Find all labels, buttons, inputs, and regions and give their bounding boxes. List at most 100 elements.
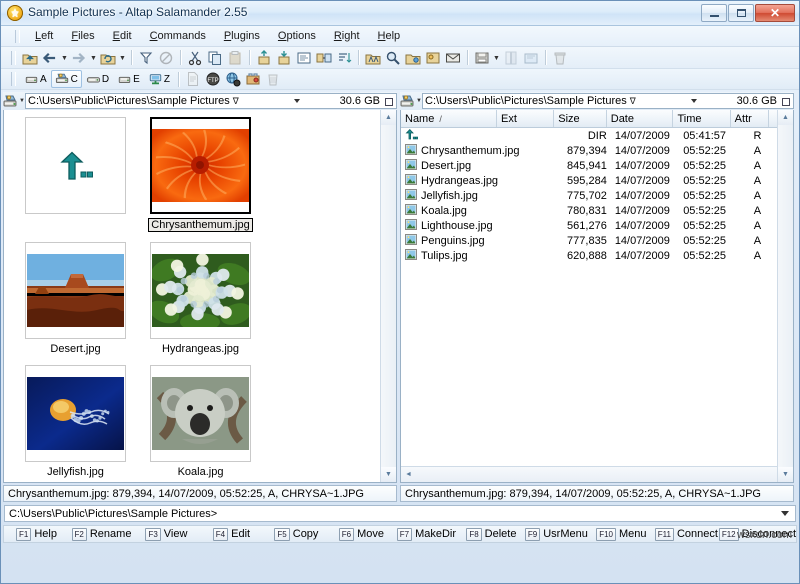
network-globe-button[interactable] bbox=[223, 70, 243, 88]
file-name: Desert.jpg bbox=[421, 160, 471, 172]
disk-button[interactable] bbox=[472, 49, 492, 67]
menu-item-left[interactable]: Left bbox=[26, 28, 62, 44]
function-key-f11[interactable]: F11Connect bbox=[654, 528, 719, 541]
thumbnail-item[interactable]: Chrysanthemum.jpg bbox=[138, 117, 263, 232]
filter-button[interactable] bbox=[136, 49, 156, 67]
chevron-down-icon[interactable]: ▼ bbox=[492, 49, 501, 67]
unpack-button[interactable] bbox=[274, 49, 294, 67]
column-header-size[interactable]: Size bbox=[553, 110, 606, 127]
table-row[interactable]: Chrysanthemum.jpg879,39414/07/200905:52:… bbox=[401, 143, 777, 158]
user-menu-button[interactable] bbox=[423, 49, 443, 67]
column-header-time[interactable]: Time bbox=[672, 110, 729, 127]
table-row[interactable]: Desert.jpg845,94114/07/200905:52:25A bbox=[401, 158, 777, 173]
refresh-button[interactable] bbox=[98, 49, 118, 67]
menu-item-help[interactable]: Help bbox=[369, 28, 410, 44]
scroll-down-icon[interactable]: ▼ bbox=[778, 467, 793, 482]
scroll-up-icon[interactable]: ▲ bbox=[778, 110, 793, 125]
chevron-down-icon[interactable]: ▼ bbox=[60, 49, 69, 67]
scroll-left-icon[interactable]: ◄ bbox=[401, 471, 416, 478]
function-key-f2[interactable]: F2Rename bbox=[69, 528, 134, 541]
share-button[interactable] bbox=[403, 49, 423, 67]
column-header-ext[interactable]: Ext bbox=[496, 110, 553, 127]
maximize-button[interactable] bbox=[728, 4, 754, 22]
chevron-down-icon[interactable]: ▼ bbox=[89, 49, 98, 67]
menu-item-options[interactable]: Options bbox=[269, 28, 325, 44]
column-header-date[interactable]: Date bbox=[606, 110, 673, 127]
menu-item-right[interactable]: Right bbox=[325, 28, 369, 44]
table-row[interactable]: Penguins.jpg777,83514/07/200905:52:25A bbox=[401, 233, 777, 248]
right-path-dropdown-icon[interactable] bbox=[691, 99, 697, 103]
chevron-down-icon[interactable]: ▼ bbox=[118, 49, 127, 67]
copy-button[interactable] bbox=[205, 49, 225, 67]
menu-item-files[interactable]: Files bbox=[62, 28, 103, 44]
toolbar-grip[interactable] bbox=[11, 51, 16, 65]
scroll-down-icon[interactable]: ▼ bbox=[381, 467, 396, 482]
thumbnail-item[interactable]: Koala.jpg bbox=[138, 365, 263, 478]
toolbar-grip[interactable] bbox=[11, 72, 16, 86]
function-key-f3[interactable]: F3View bbox=[134, 528, 199, 541]
pack-button[interactable] bbox=[254, 49, 274, 67]
cell-date: 14/07/2009 bbox=[611, 205, 679, 217]
scroll-up-icon[interactable]: ▲ bbox=[381, 110, 396, 125]
right-drive-button[interactable]: ▼ bbox=[400, 93, 422, 110]
function-key-f10[interactable]: F10Menu bbox=[589, 528, 654, 541]
compare-button[interactable] bbox=[314, 49, 334, 67]
left-file-area[interactable]: Chrysanthemum.jpgDesert.jpgHydrangeas.jp… bbox=[3, 110, 397, 483]
function-key-f9[interactable]: F9UsrMenu bbox=[524, 528, 589, 541]
ftp-button[interactable]: FTP bbox=[203, 70, 223, 88]
drive-button-d[interactable]: D bbox=[82, 70, 113, 88]
column-header-attr[interactable]: Attr bbox=[730, 110, 768, 127]
table-row[interactable]: Koala.jpg780,83114/07/200905:52:25A bbox=[401, 203, 777, 218]
right-horizontal-scrollbar[interactable]: ◄ bbox=[401, 466, 777, 482]
disk-icon bbox=[474, 50, 490, 66]
function-key-f5[interactable]: F5Copy bbox=[264, 528, 329, 541]
drive-button-e[interactable]: E bbox=[113, 70, 144, 88]
left-path-dropdown-icon[interactable] bbox=[294, 99, 300, 103]
menu-item-edit[interactable]: Edit bbox=[104, 28, 141, 44]
function-key-f1[interactable]: F1Help bbox=[4, 528, 69, 541]
properties-button[interactable] bbox=[294, 49, 314, 67]
cut-button[interactable] bbox=[185, 49, 205, 67]
function-key-f4[interactable]: F4Edit bbox=[199, 528, 264, 541]
thumbnail-item[interactable]: Jellyfish.jpg bbox=[13, 365, 138, 478]
plugin-button[interactable] bbox=[243, 70, 263, 88]
table-row[interactable]: Lighthouse.jpg561,27614/07/200905:52:25A bbox=[401, 218, 777, 233]
minimize-button[interactable] bbox=[701, 4, 727, 22]
column-header-name[interactable]: Name/ bbox=[401, 110, 496, 127]
right-path-input[interactable]: C:\Users\Public\Pictures\Sample Pictures… bbox=[422, 93, 794, 109]
change-case-button[interactable] bbox=[363, 49, 383, 67]
drive-button-z[interactable]: Z bbox=[144, 70, 174, 88]
function-key-f7[interactable]: F7MakeDir bbox=[394, 528, 459, 541]
function-key-f6[interactable]: F6Move bbox=[329, 528, 394, 541]
right-vertical-scrollbar[interactable]: ▲ ▼ bbox=[777, 110, 793, 482]
left-path-input[interactable]: C:\Users\Public\Pictures\Sample Pictures… bbox=[25, 93, 397, 109]
thumbnail-item[interactable]: Desert.jpg bbox=[13, 242, 138, 355]
thumbnail-item[interactable]: Hydrangeas.jpg bbox=[138, 242, 263, 355]
drive-button-c[interactable]: C bbox=[51, 70, 82, 88]
left-vertical-scrollbar[interactable]: ▲ ▼ bbox=[380, 110, 396, 482]
go-up-button[interactable] bbox=[20, 49, 40, 67]
close-button[interactable]: ✕ bbox=[755, 4, 795, 22]
table-row[interactable]: Hydrangeas.jpg595,28414/07/200905:52:25A bbox=[401, 173, 777, 188]
back-button[interactable] bbox=[40, 49, 60, 67]
right-file-area[interactable]: Name/ExtSizeDateTimeAttr DIR14/07/200905… bbox=[400, 110, 794, 483]
menu-item-commands[interactable]: Commands bbox=[141, 28, 215, 44]
drive-button-a[interactable]: A bbox=[20, 70, 51, 88]
table-row[interactable]: Tulips.jpg620,88814/07/200905:52:25A bbox=[401, 248, 777, 263]
email-button[interactable] bbox=[443, 49, 463, 67]
find-button[interactable] bbox=[383, 49, 403, 67]
column-header-blank[interactable] bbox=[768, 110, 777, 127]
left-drive-button[interactable]: ▼ bbox=[3, 93, 25, 110]
file-name: Jellyfish.jpg bbox=[421, 190, 478, 202]
thumbnail-updir[interactable] bbox=[13, 117, 138, 232]
jpg-icon bbox=[405, 189, 417, 200]
table-row[interactable]: Jellyfish.jpg775,70214/07/200905:52:25A bbox=[401, 188, 777, 203]
table-row[interactable]: DIR14/07/200905:41:57R bbox=[401, 128, 777, 143]
sort-button[interactable] bbox=[334, 49, 354, 67]
command-history-dropdown-icon[interactable] bbox=[781, 511, 789, 516]
right-filter-icon: ∇ bbox=[630, 96, 636, 107]
menu-item-plugins[interactable]: Plugins bbox=[215, 28, 269, 44]
function-key-f8[interactable]: F8Delete bbox=[459, 528, 524, 541]
command-line[interactable]: C:\Users\Public\Pictures\Sample Pictures… bbox=[4, 505, 796, 522]
left-thumbnail-grid: Chrysanthemum.jpgDesert.jpgHydrangeas.jp… bbox=[4, 110, 380, 482]
